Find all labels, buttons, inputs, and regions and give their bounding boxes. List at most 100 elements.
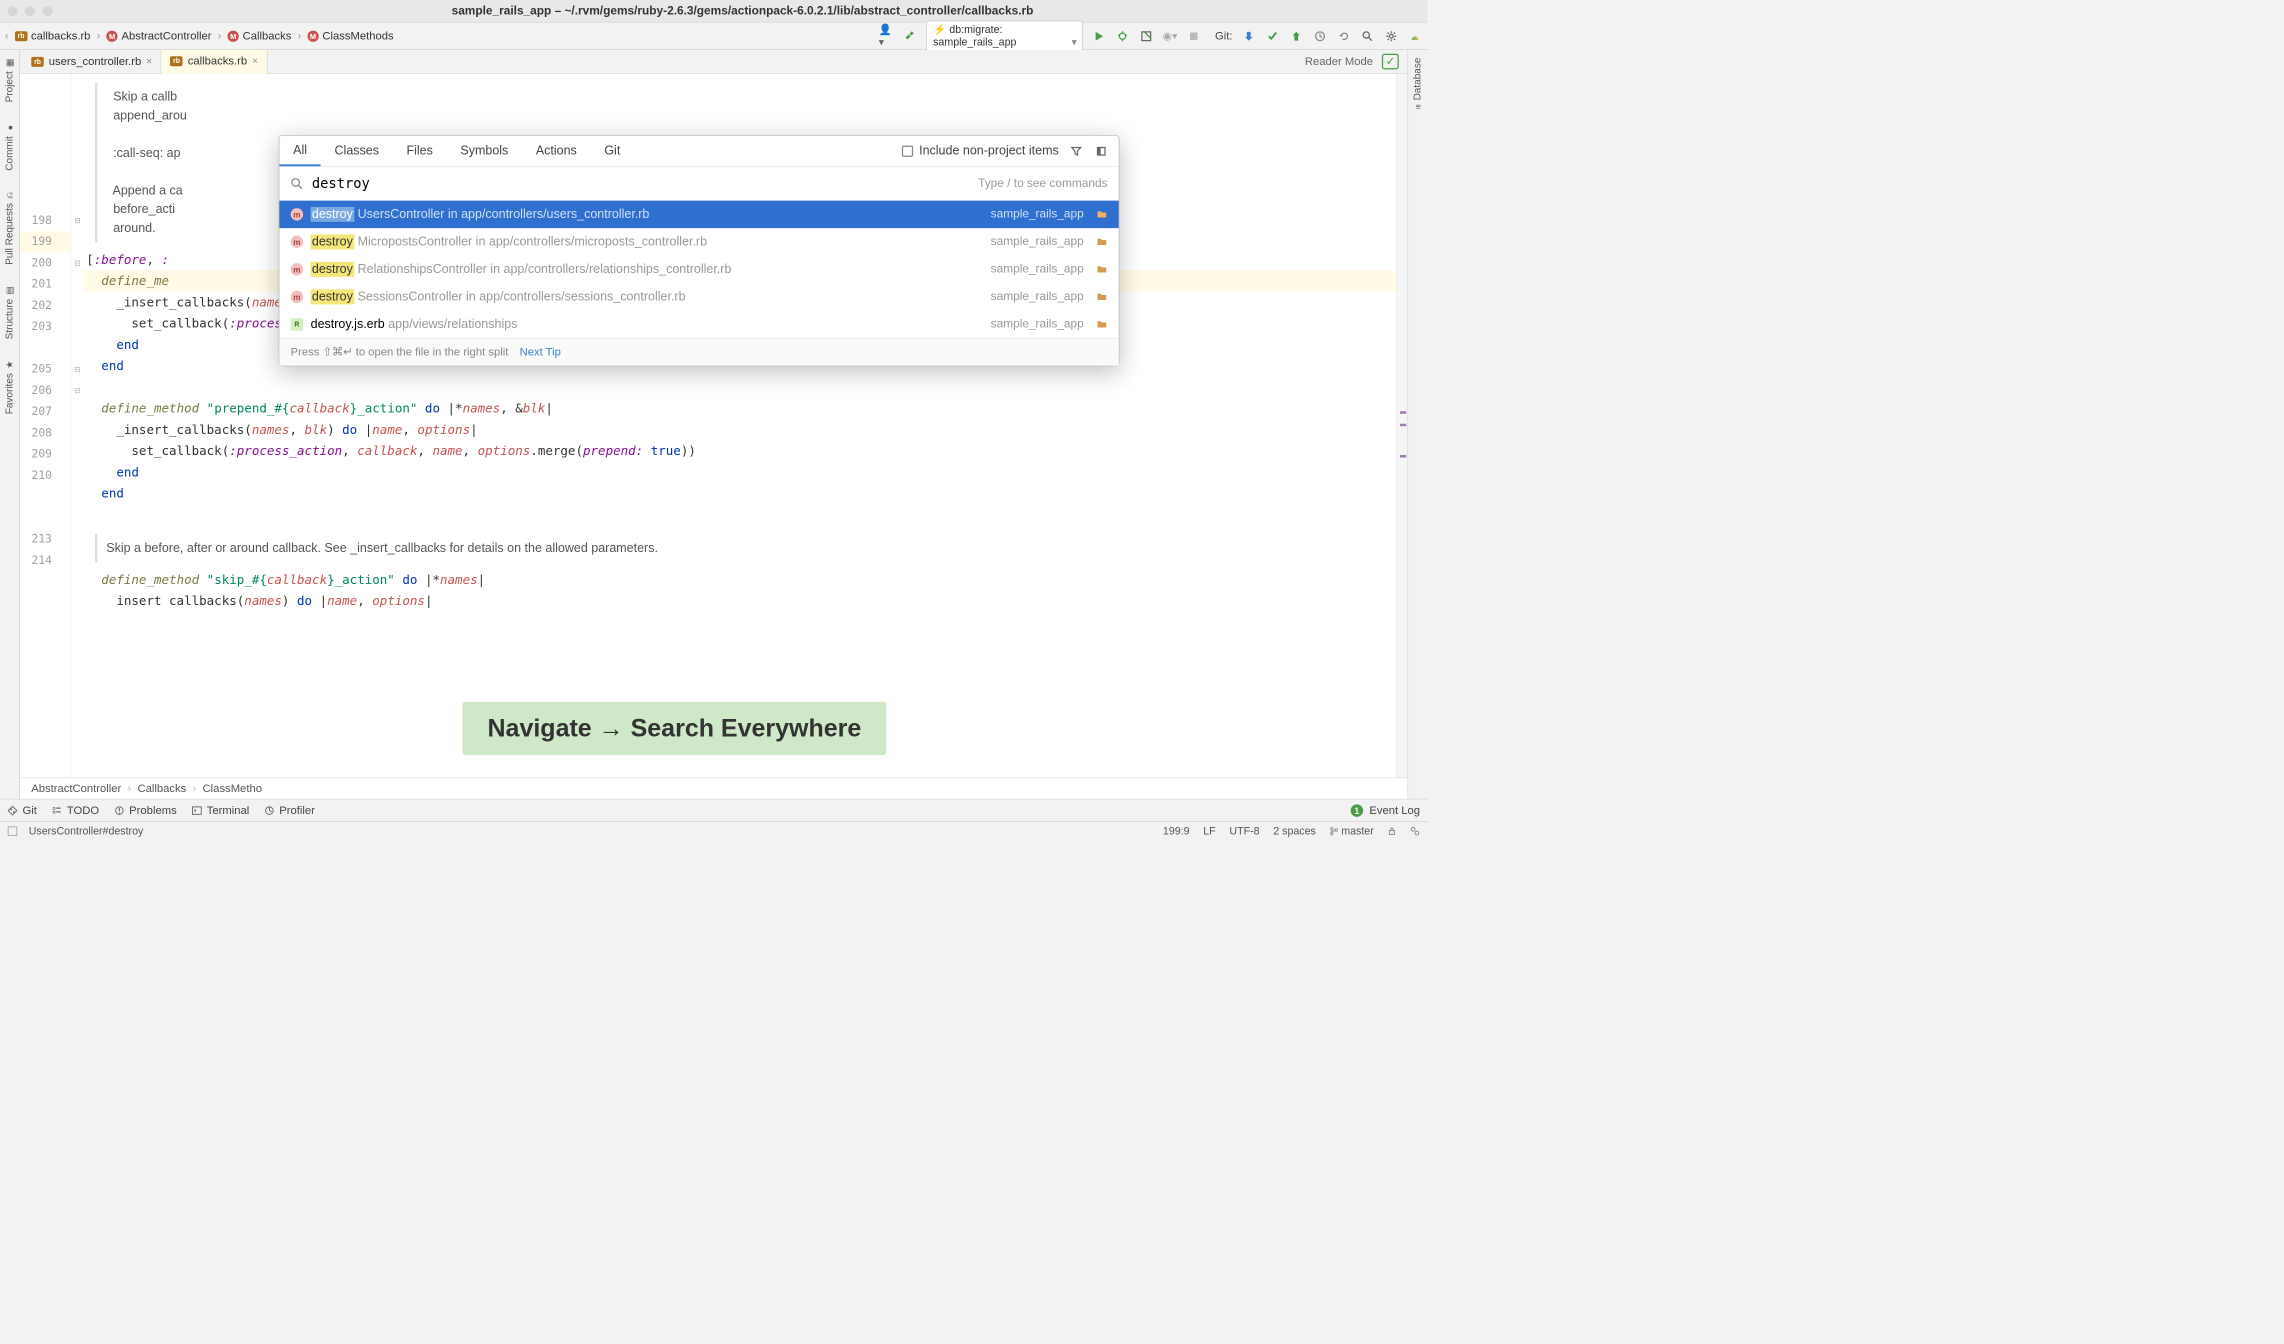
tab-callbacks[interactable]: rb callbacks.rb × xyxy=(162,50,268,74)
search-result-row[interactable]: Rdestroy.js.erb app/views/relationshipss… xyxy=(279,311,1118,339)
line-number[interactable]: 206 xyxy=(20,380,71,401)
git-commit-icon[interactable] xyxy=(1265,28,1280,43)
user-dropdown-icon[interactable]: 👤▾ xyxy=(879,28,894,43)
rail-database[interactable]: ≡Database xyxy=(1412,55,1423,112)
toolwindow-git[interactable]: Git xyxy=(8,804,37,817)
popup-tab-actions[interactable]: Actions xyxy=(522,136,590,167)
close-tab-icon[interactable]: × xyxy=(252,55,258,66)
status-indent[interactable]: 2 spaces xyxy=(1273,825,1316,838)
git-update-icon[interactable] xyxy=(1241,28,1256,43)
feature-callout: Navigate → Search Everywhere xyxy=(463,702,887,755)
gear-icon[interactable] xyxy=(1384,28,1399,43)
tab-label: users_controller.rb xyxy=(49,55,142,68)
git-history-icon[interactable] xyxy=(1313,28,1328,43)
popup-tab-git[interactable]: Git xyxy=(591,136,634,167)
method-icon: m xyxy=(291,208,304,221)
module-icon: M xyxy=(307,30,318,41)
rail-project[interactable]: Project▦ xyxy=(4,55,15,105)
code-line[interactable]: end xyxy=(84,483,1397,504)
editor-scrollbar[interactable] xyxy=(1396,74,1407,778)
run-button-icon[interactable] xyxy=(1091,28,1106,43)
toolwindow-todo[interactable]: TODO xyxy=(52,804,99,817)
search-input[interactable] xyxy=(312,176,970,192)
popup-tab-classes[interactable]: Classes xyxy=(321,136,393,167)
tab-users-controller[interactable]: rb users_controller.rb × xyxy=(23,50,162,73)
include-non-project-checkbox[interactable]: Include non-project items xyxy=(902,144,1059,158)
toolwindow-problems[interactable]: Problems xyxy=(114,804,177,817)
next-tip-link[interactable]: Next Tip xyxy=(520,346,561,359)
line-number[interactable]: 214 xyxy=(20,550,71,571)
line-number[interactable]: 199 xyxy=(20,231,71,252)
code-line[interactable]: end xyxy=(84,461,1397,482)
pin-popup-icon[interactable] xyxy=(1094,143,1109,158)
breadcrumb-module[interactable]: M Callbacks xyxy=(225,28,294,44)
status-branch[interactable]: master xyxy=(1330,825,1374,838)
status-caret-pos[interactable]: 199:9 xyxy=(1163,825,1190,838)
reader-mode-toggle[interactable]: Reader Mode ✓ xyxy=(1296,50,1407,73)
hammer-build-icon[interactable] xyxy=(902,28,917,43)
line-number[interactable]: 208 xyxy=(20,423,71,444)
breadcrumb-back-icon[interactable]: ‹ xyxy=(5,30,9,43)
status-line-sep[interactable]: LF xyxy=(1203,825,1215,838)
run-configuration-select[interactable]: ⚡ db:migrate: sample_rails_app xyxy=(926,20,1082,51)
code-line[interactable]: define_method "skip_#{callback}_action" … xyxy=(84,569,1397,590)
line-number[interactable]: 203 xyxy=(20,316,71,337)
status-lock-icon[interactable] xyxy=(1388,827,1397,836)
filter-icon[interactable] xyxy=(1069,143,1084,158)
search-icon[interactable] xyxy=(1360,28,1375,43)
line-number[interactable] xyxy=(20,338,71,359)
toolwindow-profiler[interactable]: Profiler xyxy=(264,804,315,817)
search-result-row[interactable]: mdestroy UsersController in app/controll… xyxy=(279,201,1118,229)
minimize-window-button[interactable] xyxy=(25,6,35,16)
rail-pull-requests[interactable]: Pull Requests⎌ xyxy=(4,188,15,267)
inspections-ok-icon[interactable]: ✓ xyxy=(1382,54,1399,70)
zoom-window-button[interactable] xyxy=(43,6,53,16)
status-context[interactable]: UsersController#destroy xyxy=(29,825,144,838)
git-push-icon[interactable] xyxy=(1289,28,1304,43)
toolwindow-event-log[interactable]: Event Log xyxy=(1369,804,1420,817)
code-line[interactable]: _insert_callbacks(names, blk) do |name, … xyxy=(84,419,1397,440)
popup-tab-symbols[interactable]: Symbols xyxy=(447,136,522,167)
line-number[interactable]: 200 xyxy=(20,253,71,274)
status-sync-icon[interactable] xyxy=(1410,826,1420,836)
breadcrumb-module[interactable]: M ClassMethods xyxy=(305,28,396,44)
line-number[interactable]: 210 xyxy=(20,465,71,486)
rail-structure[interactable]: Structure▤ xyxy=(4,282,15,341)
close-tab-icon[interactable]: × xyxy=(146,56,152,67)
stop-button-icon[interactable] xyxy=(1186,28,1201,43)
line-number[interactable]: 207 xyxy=(20,401,71,422)
line-number[interactable]: 205 xyxy=(20,359,71,380)
line-number[interactable]: 198 xyxy=(20,210,71,231)
breadcrumb-module[interactable]: M AbstractController xyxy=(104,28,214,44)
line-number[interactable]: 202 xyxy=(20,295,71,316)
rail-commit[interactable]: Commit● xyxy=(4,120,15,173)
code-line[interactable]: insert callbacks(names) do |name, option… xyxy=(84,590,1397,611)
code-line[interactable] xyxy=(84,504,1397,525)
line-number[interactable]: 209 xyxy=(20,444,71,465)
crumb-item[interactable]: Callbacks xyxy=(138,782,187,795)
crumb-item[interactable]: AbstractController xyxy=(31,782,121,795)
status-encoding[interactable]: UTF-8 xyxy=(1229,825,1259,838)
line-number[interactable]: 201 xyxy=(20,274,71,295)
code-line[interactable]: define_method "prepend_#{callback}_actio… xyxy=(84,398,1397,419)
avatar-icon[interactable] xyxy=(1408,28,1423,43)
toolwindow-terminal[interactable]: Terminal xyxy=(192,804,250,817)
debug-button-icon[interactable] xyxy=(1115,28,1130,43)
git-rollback-icon[interactable] xyxy=(1336,28,1351,43)
code-line[interactable]: set_callback(:process_action, callback, … xyxy=(84,440,1397,461)
popup-tab-all[interactable]: All xyxy=(279,136,320,167)
code-line[interactable] xyxy=(84,376,1397,397)
rail-favorites[interactable]: Favorites★ xyxy=(4,357,15,417)
search-result-row[interactable]: mdestroy SessionsController in app/contr… xyxy=(279,283,1118,311)
quick-list-icon[interactable] xyxy=(8,826,18,836)
breadcrumb-label: callbacks.rb xyxy=(31,29,90,42)
coverage-icon[interactable] xyxy=(1139,28,1154,43)
search-result-row[interactable]: mdestroy MicropostsController in app/con… xyxy=(279,228,1118,256)
profiler-dropdown-icon[interactable]: ◉▾ xyxy=(1162,28,1177,43)
close-window-button[interactable] xyxy=(8,6,18,16)
line-number[interactable]: 213 xyxy=(20,529,71,550)
search-result-row[interactable]: mdestroy RelationshipsController in app/… xyxy=(279,256,1118,284)
popup-tab-files[interactable]: Files xyxy=(393,136,447,167)
crumb-item[interactable]: ClassMetho xyxy=(203,782,262,795)
breadcrumb-file[interactable]: rb callbacks.rb xyxy=(12,28,93,44)
